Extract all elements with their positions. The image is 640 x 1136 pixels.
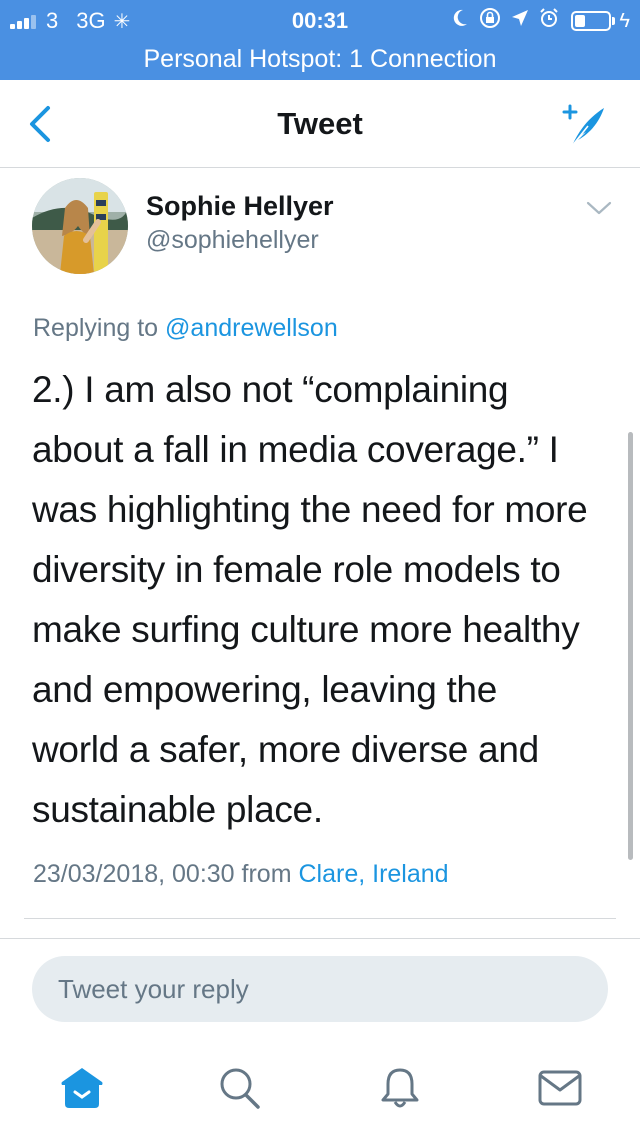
moon-icon — [451, 8, 469, 34]
mail-icon — [538, 1070, 582, 1106]
tab-home[interactable] — [56, 1064, 108, 1112]
hotspot-text: Personal Hotspot: 1 Connection — [143, 45, 497, 73]
tab-search[interactable] — [214, 1064, 266, 1112]
divider — [0, 938, 640, 939]
chevron-down-icon — [586, 201, 612, 215]
hotspot-banner[interactable]: Personal Hotspot: 1 Connection — [0, 42, 640, 80]
scrollbar[interactable] — [628, 432, 633, 860]
replying-to: Replying to @andrewellson — [33, 314, 338, 343]
avatar[interactable] — [32, 178, 128, 274]
page-title: Tweet — [277, 106, 363, 141]
quill-compose-icon — [562, 104, 604, 147]
tweet-timestamp: 23/03/2018, 00:30 — [33, 860, 235, 888]
search-icon — [220, 1068, 260, 1109]
replying-mention-link[interactable]: @andrewellson — [165, 314, 338, 342]
location-link[interactable]: Clare, Ireland — [298, 860, 448, 888]
battery-icon: ϟ — [571, 10, 630, 33]
divider — [24, 918, 616, 919]
tweet-text: 2.) I am also not “complaining about a f… — [32, 369, 588, 830]
author-handle[interactable]: @sophiehellyer — [146, 226, 319, 255]
home-icon — [61, 1068, 103, 1108]
tweet-menu-button[interactable] — [584, 196, 614, 220]
status-right: ϟ — [441, 8, 630, 34]
reply-input[interactable] — [32, 956, 608, 1022]
tweet-meta: 23/03/2018, 00:30 from Clare, Ireland — [33, 860, 449, 889]
status-bar: 3 3G ✳ 00:31 ϟ — [0, 0, 640, 42]
nav-bar: Tweet — [0, 80, 640, 168]
location-arrow-icon — [511, 9, 529, 33]
alarm-icon — [539, 8, 559, 34]
tab-notifications[interactable] — [374, 1064, 426, 1112]
from-label: from — [241, 860, 292, 888]
author-name[interactable]: Sophie Hellyer — [146, 191, 334, 222]
compose-tweet-button[interactable] — [556, 98, 612, 150]
tab-bar — [0, 1040, 640, 1136]
rotation-lock-icon — [479, 7, 501, 35]
bell-icon — [381, 1068, 419, 1108]
tab-messages[interactable] — [534, 1064, 586, 1112]
replying-prefix: Replying to — [33, 314, 159, 342]
